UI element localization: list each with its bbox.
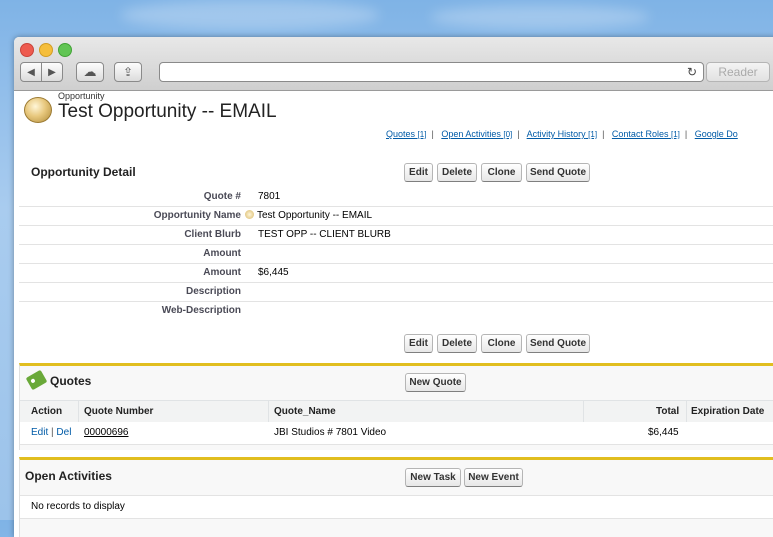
related-link-google-docs[interactable]: Google Do [695,129,738,139]
page-content: Opportunity Test Opportunity -- EMAIL Qu… [14,91,773,537]
send-quote-button[interactable]: Send Quote [526,163,590,182]
minimize-window-button[interactable] [39,43,53,57]
opportunity-icon [24,97,52,123]
related-link-activity-history[interactable]: Activity History [1] [527,129,597,139]
quotes-related-list: Quotes New Quote Action Quote Number Quo… [19,363,773,450]
quote-total-cell: $6,445 [648,427,679,438]
field-row-description: Description [19,282,773,302]
col-quote-name[interactable]: Quote_Name [274,406,336,417]
detail-heading: Opportunity Detail [31,165,136,179]
open-activities-heading: Open Activities [25,469,112,483]
new-event-button[interactable]: New Event [464,468,523,487]
page-title: Test Opportunity -- EMAIL [58,101,277,122]
forward-button[interactable]: ▶ [41,62,63,82]
col-expiration-date[interactable]: Expiration Date [691,406,764,417]
quote-name-cell: JBI Studios # 7801 Video [274,427,387,438]
edit-button[interactable]: Edit [404,163,433,182]
object-type-label: Opportunity [58,91,105,101]
related-link-open-activities[interactable]: Open Activities [0] [441,129,512,139]
reader-button[interactable]: Reader [706,62,770,82]
row-delete-link[interactable]: Del [56,427,71,438]
browser-window: ◀ ▶ ☁ ⇪ ↻ Reader Opportunity Test Opport… [14,37,773,537]
quotes-table-header: Action Quote Number Quote_Name Total Exp… [20,400,773,423]
close-window-button[interactable] [20,43,34,57]
clone-button-bottom[interactable]: Clone [481,334,522,353]
address-bar[interactable]: ↻ [159,62,704,82]
empty-row: No records to display [20,495,773,519]
new-task-button[interactable]: New Task [405,468,461,487]
field-row-web-description: Web-Description [161,305,241,316]
delete-button[interactable]: Delete [437,163,477,182]
clone-button[interactable]: Clone [481,163,522,182]
col-total[interactable]: Total [656,406,679,417]
quotes-heading: Quotes [50,374,92,388]
no-records-text: No records to display [31,501,125,512]
table-row: Edit | Del 00000696 JBI Studios # 7801 V… [20,422,773,445]
forward-icon: ▶ [48,66,56,78]
browser-toolbar: ◀ ▶ ☁ ⇪ ↻ Reader [14,37,773,91]
back-button[interactable]: ◀ [20,62,42,82]
quotes-tag-icon [25,369,48,391]
opportunity-small-icon [245,210,254,219]
zoom-window-button[interactable] [58,43,72,57]
open-activities-related-list: Open Activities New Task New Event No re… [19,457,773,537]
col-quote-number[interactable]: Quote Number [84,406,153,417]
related-link-contact-roles[interactable]: Contact Roles [1] [612,129,680,139]
col-action: Action [31,406,63,417]
quote-number-link[interactable]: 00000696 [84,427,129,438]
cloud-icon: ☁ [83,64,97,79]
back-icon: ◀ [27,66,35,78]
field-row-opportunity-name: Opportunity Name Test Opportunity -- EMA… [19,206,773,226]
field-row-amount-empty: Amount [19,244,773,264]
row-edit-link[interactable]: Edit [31,427,48,438]
field-row-client-blurb: Client Blurb TEST OPP -- CLIENT BLURB [19,225,773,245]
send-quote-button-bottom[interactable]: Send Quote [526,334,590,353]
field-row-quote-number: Quote # 7801 [19,187,773,207]
new-quote-button[interactable]: New Quote [405,373,466,392]
related-link-quotes[interactable]: Quotes [1] [386,129,426,139]
share-icon: ⇪ [122,65,134,79]
reload-icon[interactable]: ↻ [687,65,697,79]
delete-button-bottom[interactable]: Delete [437,334,477,353]
icloud-tabs-button[interactable]: ☁ [76,62,104,82]
share-button[interactable]: ⇪ [114,62,142,82]
related-list-links: Quotes [1] | Open Activities [0] | Activit… [386,129,738,139]
edit-button-bottom[interactable]: Edit [404,334,433,353]
field-row-amount: Amount $6,445 [19,263,773,283]
